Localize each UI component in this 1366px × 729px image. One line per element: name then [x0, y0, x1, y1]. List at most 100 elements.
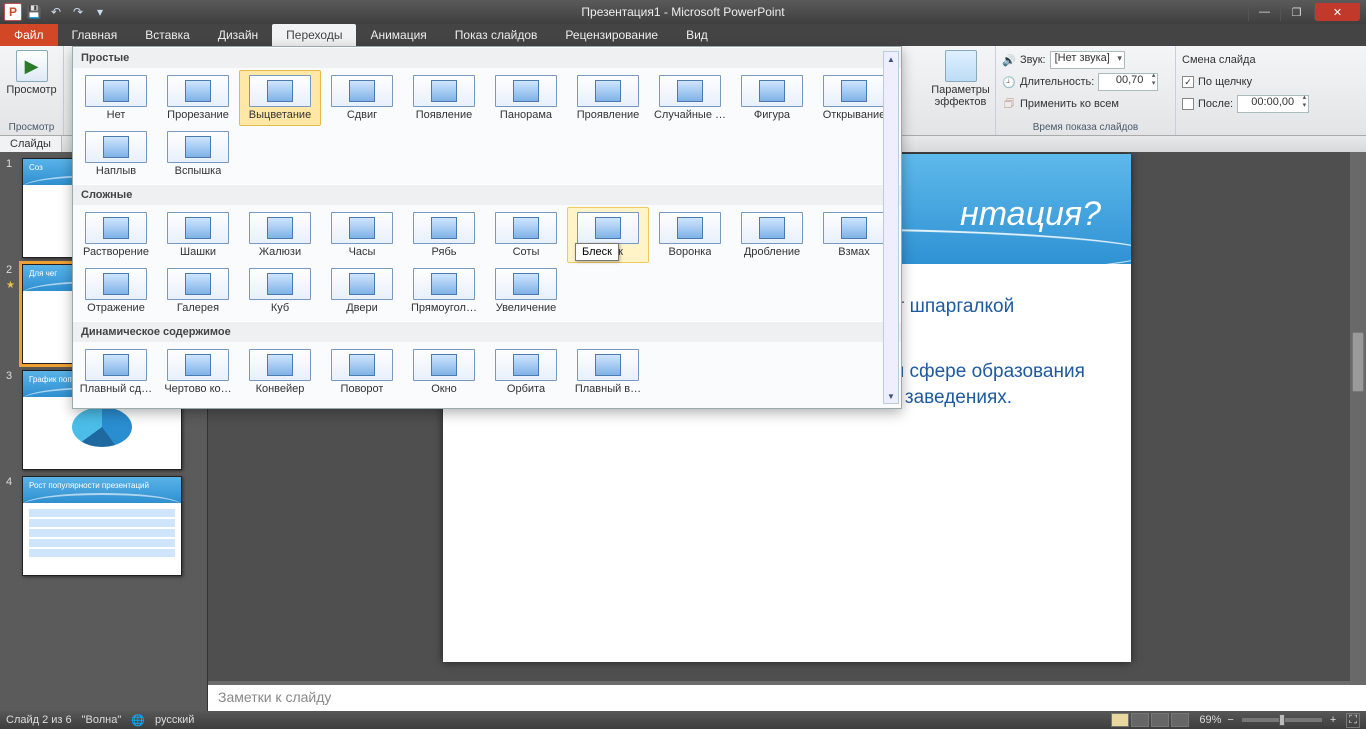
transition-рябь[interactable]: Рябь	[403, 207, 485, 263]
tab-design[interactable]: Дизайн	[204, 24, 272, 46]
title-bar: P 💾 ↶ ↷ ▾ Презентация1 - Microsoft Power…	[0, 0, 1366, 24]
zoom-handle[interactable]	[1279, 714, 1285, 726]
reading-view-button[interactable]	[1151, 713, 1169, 727]
zoom-out-button[interactable]: −	[1227, 714, 1233, 726]
thumb-preview: Рост популярности презентаций	[22, 476, 182, 576]
transition-фигура[interactable]: Фигура	[731, 70, 813, 126]
view-buttons: 69% − + ⛶	[1111, 713, 1360, 728]
apply-all-button[interactable]: 🗇 Применить ко всем	[1002, 94, 1158, 114]
transition-плавныйсд[interactable]: Плавный сд…	[75, 344, 157, 400]
transition-label: Прямоугол…	[411, 302, 477, 314]
scroll-thumb[interactable]	[1352, 332, 1364, 392]
qat-menu[interactable]: ▾	[90, 3, 110, 21]
slideshow-view-button[interactable]	[1171, 713, 1189, 727]
transition-прямоугол[interactable]: Прямоугол…	[403, 263, 485, 319]
effect-options-label: Параметры эффектов	[931, 84, 990, 108]
tab-review[interactable]: Рецензирование	[551, 24, 672, 46]
duration-input[interactable]: 00,70	[1098, 73, 1158, 91]
after-checkbox[interactable]	[1182, 98, 1194, 110]
transition-плавныйв[interactable]: Плавный в…	[567, 344, 649, 400]
tab-home[interactable]: Главная	[58, 24, 132, 46]
tab-view[interactable]: Вид	[672, 24, 722, 46]
tab-animations[interactable]: Анимация	[356, 24, 440, 46]
transition-панорама[interactable]: Панорама	[485, 70, 567, 126]
transition-случайные[interactable]: Случайные …	[649, 70, 731, 126]
transition-чертовоко[interactable]: Чертово ко…	[157, 344, 239, 400]
transition-двери[interactable]: Двери	[321, 263, 403, 319]
tab-slideshow[interactable]: Показ слайдов	[441, 24, 552, 46]
transition-жалюзи[interactable]: Жалюзи	[239, 207, 321, 263]
after-input[interactable]: 00:00,00	[1237, 95, 1309, 113]
transition-растворение[interactable]: Растворение	[75, 207, 157, 263]
slide-thumbnail[interactable]: 4Рост популярности презентаций	[22, 476, 199, 576]
preview-button[interactable]: ▶ Просмотр	[2, 48, 60, 98]
on-click-checkbox[interactable]: ✓	[1182, 76, 1194, 88]
close-button[interactable]: ✕	[1314, 3, 1360, 21]
transition-label: Шашки	[180, 246, 216, 258]
transition-сдвиг[interactable]: Сдвиг	[321, 70, 403, 126]
editor-vscrollbar[interactable]	[1350, 152, 1366, 681]
transition-отражение[interactable]: Отражение	[75, 263, 157, 319]
transition-label: Плавный сд…	[80, 383, 152, 395]
transition-дробление[interactable]: Дробление	[731, 207, 813, 263]
transition-орбита[interactable]: Орбита	[485, 344, 567, 400]
transition-поворот[interactable]: Поворот	[321, 344, 403, 400]
transition-прорезание[interactable]: Прорезание	[157, 70, 239, 126]
transition-label: Нет	[107, 109, 126, 121]
transition-thumb	[577, 212, 639, 244]
save-button[interactable]: 💾	[24, 3, 44, 21]
maximize-button[interactable]: ❐	[1280, 3, 1312, 21]
transition-label: Прорезание	[167, 109, 229, 121]
tab-file[interactable]: Файл	[0, 24, 58, 46]
window-title: Презентация1 - Microsoft PowerPoint	[581, 5, 784, 19]
transition-часы[interactable]: Часы	[321, 207, 403, 263]
fit-button[interactable]: ⛶	[1346, 713, 1360, 728]
notes-pane[interactable]: Заметки к слайду	[208, 681, 1366, 711]
transition-thumb	[413, 268, 475, 300]
effect-options-button[interactable]: Параметры эффектов	[927, 48, 994, 110]
transition-thumb	[577, 75, 639, 107]
sound-dropdown[interactable]: [Нет звука]	[1050, 51, 1125, 69]
undo-button[interactable]: ↶	[46, 3, 66, 21]
redo-button[interactable]: ↷	[68, 3, 88, 21]
zoom-level[interactable]: 69%	[1199, 714, 1221, 726]
transition-проявление[interactable]: Проявление	[567, 70, 649, 126]
language-label[interactable]: русский	[155, 714, 194, 726]
transition-соты[interactable]: Соты	[485, 207, 567, 263]
transition-thumb	[85, 349, 147, 381]
transition-label: Конвейер	[256, 383, 305, 395]
tab-transitions[interactable]: Переходы	[272, 24, 356, 46]
transition-выцветание[interactable]: Выцветание	[239, 70, 321, 126]
transition-thumb	[413, 212, 475, 244]
app-icon[interactable]: P	[4, 3, 22, 21]
gallery-scrollbar[interactable]: ▲ ▼	[883, 51, 899, 404]
slides-tab[interactable]: Слайды	[0, 136, 62, 152]
sorter-view-button[interactable]	[1131, 713, 1149, 727]
transition-thumb	[249, 75, 311, 107]
transition-вспышка[interactable]: Вспышка	[157, 126, 239, 182]
tab-insert[interactable]: Вставка	[131, 24, 204, 46]
scroll-down-icon[interactable]: ▼	[884, 389, 898, 403]
transition-thumb	[823, 212, 885, 244]
transition-шашки[interactable]: Шашки	[157, 207, 239, 263]
transition-галерея[interactable]: Галерея	[157, 263, 239, 319]
zoom-in-button[interactable]: +	[1330, 714, 1336, 726]
transition-thumb	[331, 212, 393, 244]
normal-view-button[interactable]	[1111, 713, 1129, 727]
transition-увеличение[interactable]: Увеличение	[485, 263, 567, 319]
transition-конвейер[interactable]: Конвейер	[239, 344, 321, 400]
transition-воронка[interactable]: Воронка	[649, 207, 731, 263]
transition-появление[interactable]: Появление	[403, 70, 485, 126]
minimize-button[interactable]: —	[1248, 3, 1280, 21]
transition-куб[interactable]: Куб	[239, 263, 321, 319]
transition-label: Жалюзи	[259, 246, 301, 258]
zoom-slider[interactable]	[1242, 718, 1322, 722]
gallery-cat-simple: Простые	[73, 47, 901, 68]
transition-thumb	[249, 212, 311, 244]
transition-наплыв[interactable]: Наплыв	[75, 126, 157, 182]
transition-нет[interactable]: Нет	[75, 70, 157, 126]
gallery-cat-complex: Сложные	[73, 184, 901, 205]
thumb-number: 1	[6, 158, 12, 170]
transition-окно[interactable]: Окно	[403, 344, 485, 400]
scroll-up-icon[interactable]: ▲	[884, 52, 898, 66]
